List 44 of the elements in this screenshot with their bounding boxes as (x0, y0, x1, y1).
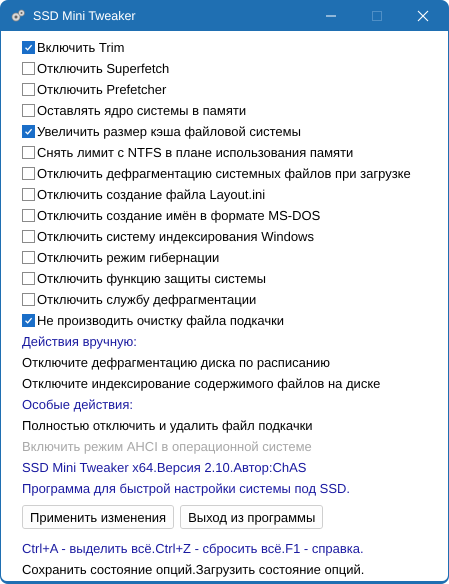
option-checkbox[interactable]: Отключить Prefetcher (22, 79, 166, 100)
option-checkbox[interactable]: Отключить создание файла Layout.ini (22, 184, 266, 205)
checkbox[interactable] (22, 209, 35, 222)
option-checkbox[interactable]: Снять лимит с NTFS в плане использования памяти (22, 142, 354, 163)
action-link[interactable]: Полностью отключить и удалить файл подкачки (22, 415, 313, 436)
checkbox[interactable] (22, 230, 35, 243)
checkbox[interactable] (22, 41, 35, 54)
checkbox[interactable] (22, 125, 35, 138)
option-checkbox[interactable]: Не производить очистку файла подкачки (22, 310, 284, 331)
checkbox[interactable] (22, 188, 35, 201)
checkbox[interactable] (22, 104, 35, 117)
checkbox[interactable] (22, 62, 35, 75)
action-link[interactable]: Отключите индексирование содержимого файлов на диске (22, 373, 380, 394)
info-text: Ctrl+A - выделить всё.Ctrl+Z - сбросить всё.F1 - справка. (22, 540, 364, 558)
checkbox[interactable] (22, 146, 35, 159)
option-checkbox[interactable]: Оставлять ядро системы в памяти (22, 100, 246, 121)
option-checkbox[interactable]: Отключить Superfetch (22, 58, 170, 79)
checkbox[interactable] (22, 83, 35, 96)
checkbox[interactable] (22, 167, 35, 180)
option-checkbox[interactable]: Отключить создание имён в формате MS-DOS (22, 205, 320, 226)
option-checkbox[interactable]: Отключить функцию защиты системы (22, 268, 266, 289)
section-heading: Особые действия: (22, 396, 133, 414)
checkbox[interactable] (22, 272, 35, 285)
action-link[interactable]: Отключите дефрагментацию диска по расписанию (22, 352, 330, 373)
button[interactable]: Выход из программы (180, 505, 324, 529)
checkmark-icon (23, 315, 34, 326)
section-heading: Действия вручную: (22, 333, 137, 351)
option-checkbox[interactable]: Отключить режим гибернации (22, 247, 220, 268)
gear-icon (10, 8, 26, 24)
checkmark-icon (23, 42, 34, 53)
info-text: Программа для быстрой настройки системы под SSD. (22, 480, 350, 498)
checkbox[interactable] (22, 251, 35, 264)
checkbox[interactable] (22, 314, 35, 327)
option-checkbox[interactable]: Отключить дефрагментацию системных файлов при загрузке (22, 163, 411, 184)
info-text: SSD Mini Tweaker x64.Версия 2.10.Автор:ChAS (22, 459, 306, 477)
window-title: SSD Mini Tweaker (33, 8, 136, 22)
option-checkbox[interactable]: Увеличить размер кэша файловой системы (22, 121, 301, 142)
checkbox[interactable] (22, 293, 35, 306)
option-checkbox[interactable]: Отключить службу дефрагментации (22, 289, 256, 310)
option-checkbox[interactable]: Отключить систему индексирования Windows (22, 226, 314, 247)
checkmark-icon (23, 126, 34, 137)
button[interactable]: Применить изменения (22, 505, 174, 529)
option-checkbox[interactable]: Включить Trim (22, 37, 124, 58)
action-link[interactable]: Сохранить состояние опций.Загрузить состояние опций. (22, 559, 364, 580)
